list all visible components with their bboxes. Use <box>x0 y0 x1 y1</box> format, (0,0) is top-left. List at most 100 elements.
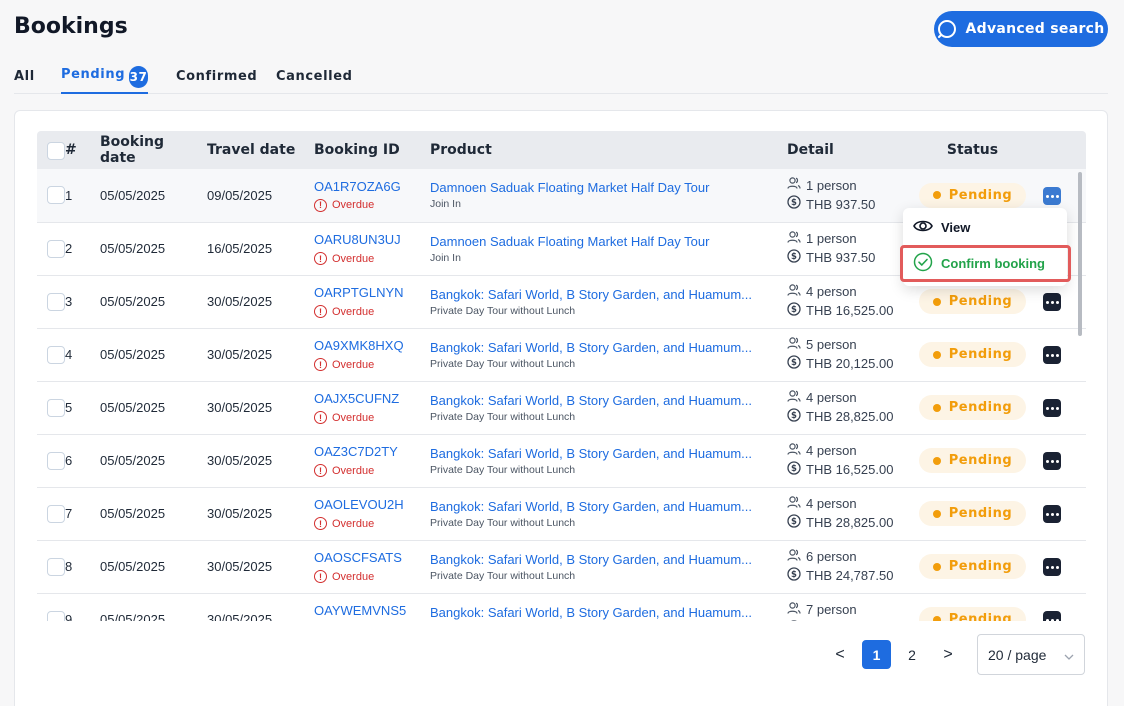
tab-confirmed[interactable]: Confirmed <box>176 62 276 94</box>
column-header-status[interactable]: Status <box>910 131 1035 169</box>
table-row[interactable]: 6 05/05/2025 30/05/2025 OAZ3C7D2TY! Overdue B… <box>37 434 1086 488</box>
menu-item-confirm-booking[interactable]: Confirm booking <box>903 246 1067 280</box>
amount-label: THB 16,525.00 <box>806 303 894 318</box>
status-label: Pending <box>948 453 1013 468</box>
search-icon <box>937 19 957 39</box>
tab-cancelled[interactable]: Cancelled <box>276 62 366 94</box>
person-count: 6 person <box>787 548 910 567</box>
detail-cell: 4 person $ THB 28,825.00 <box>777 381 910 435</box>
column-header-booking-id[interactable]: Booking ID <box>304 131 420 169</box>
row-checkbox[interactable] <box>47 557 65 576</box>
column-header-detail[interactable]: Detail <box>777 131 910 169</box>
person-count: 4 person <box>787 283 910 302</box>
booking-id-link[interactable]: OA9XMK8HXQ <box>314 338 420 353</box>
product-link[interactable]: Bangkok: Safari World, B Story Garden, a… <box>430 552 777 567</box>
more-actions-button[interactable] <box>1043 611 1061 621</box>
amount-label: THB 28,825.00 <box>806 515 894 530</box>
more-actions-button[interactable] <box>1043 293 1061 312</box>
table-row[interactable]: 8 05/05/2025 30/05/2025 OAOSCFSATS! Overdue B… <box>37 540 1086 594</box>
booking-id-link[interactable]: OA1R7OZA6G <box>314 179 420 194</box>
table-scrollbar[interactable] <box>1078 172 1082 336</box>
status-dot <box>932 191 941 200</box>
booking-id-link[interactable]: OAOSCFSATS <box>314 550 420 565</box>
more-actions-button[interactable] <box>1043 558 1061 577</box>
tab-all[interactable]: All <box>14 62 61 94</box>
eye-icon <box>913 216 933 239</box>
booking-id-link[interactable]: OAJX5CUFNZ <box>314 391 420 406</box>
row-action-menu: View Confirm booking <box>903 208 1067 286</box>
row-number: 7 <box>65 487 90 541</box>
person-count: 5 person <box>787 336 910 355</box>
person-count-label: 6 person <box>806 549 857 564</box>
svg-text:$: $ <box>791 570 797 580</box>
product-link[interactable]: Bangkok: Safari World, B Story Garden, a… <box>430 605 777 620</box>
row-checkbox[interactable] <box>47 186 65 205</box>
status-tabs: All Pending 37 Confirmed Cancelled <box>14 62 1108 94</box>
people-icon <box>787 442 801 461</box>
product-link[interactable]: Damnoen Saduak Floating Market Half Day … <box>430 234 777 249</box>
row-checkbox[interactable] <box>47 451 65 470</box>
row-checkbox[interactable] <box>47 610 65 621</box>
detail-cell: 4 person $ THB 16,525.00 <box>777 434 910 488</box>
booking-id-link[interactable]: OAOLEVOU2H <box>314 497 420 512</box>
more-actions-button[interactable] <box>1043 505 1061 524</box>
product-cell: Bangkok: Safari World, B Story Garden, a… <box>420 381 777 435</box>
more-actions-button[interactable] <box>1043 399 1061 418</box>
row-select-cell <box>37 381 65 435</box>
overdue-indicator: ! Overdue <box>314 305 420 318</box>
more-actions-button[interactable] <box>1043 346 1061 365</box>
pagination-page-1[interactable]: 1 <box>862 640 891 669</box>
table-row[interactable]: 4 05/05/2025 30/05/2025 OA9XMK8HXQ! Overdue B… <box>37 328 1086 382</box>
detail-cell: 6 person $ THB 24,787.50 <box>777 540 910 594</box>
product-link[interactable]: Bangkok: Safari World, B Story Garden, a… <box>430 393 777 408</box>
person-count-label: 5 person <box>806 337 857 352</box>
column-header-product[interactable]: Product <box>420 131 777 169</box>
dollar-icon: $ <box>787 513 801 533</box>
product-option: Private Day Tour without Lunch <box>430 410 576 423</box>
page-size-select[interactable]: 20 / page <box>977 634 1085 675</box>
product-link[interactable]: Bangkok: Safari World, B Story Garden, a… <box>430 340 777 355</box>
column-header-booking-date[interactable]: Booking date <box>90 131 197 169</box>
product-link[interactable]: Bangkok: Safari World, B Story Garden, a… <box>430 499 777 514</box>
row-checkbox[interactable] <box>47 345 65 364</box>
alert-circle-icon: ! <box>314 517 327 530</box>
table-row[interactable]: 905/05/202530/05/2025OAYWEMVNS5!Overdue B… <box>37 593 1086 621</box>
advanced-search-button[interactable]: Advanced search <box>934 11 1108 47</box>
status-label: Pending <box>948 187 1013 203</box>
booking-id-link[interactable]: OARU8UN3UJ <box>314 232 420 247</box>
product-link[interactable]: Bangkok: Safari World, B Story Garden, a… <box>430 287 777 302</box>
table-row[interactable]: 7 05/05/2025 30/05/2025 OAOLEVOU2H! Overdue B… <box>37 487 1086 541</box>
table-row[interactable]: 5 05/05/2025 30/05/2025 OAJX5CUFNZ! Overdue B… <box>37 381 1086 435</box>
booking-amount: $ THB 937.50 <box>787 195 910 214</box>
status-badge: Pending <box>918 289 1027 314</box>
booking-id-link[interactable]: OAZ3C7D2TY <box>314 444 420 459</box>
row-checkbox[interactable] <box>47 398 65 417</box>
pagination-prev-button[interactable]: < <box>830 640 850 670</box>
overdue-label: Overdue <box>332 464 375 477</box>
column-header-travel-date[interactable]: Travel date <box>197 131 304 169</box>
more-actions-button[interactable] <box>1043 187 1061 205</box>
person-count-label: 1 person <box>806 231 857 246</box>
row-checkbox[interactable] <box>47 239 65 258</box>
menu-item-view[interactable]: View <box>903 210 1067 244</box>
status-cell: Pending <box>910 434 1035 488</box>
select-all-checkbox[interactable] <box>47 142 65 160</box>
status-dot <box>932 297 941 306</box>
row-checkbox[interactable] <box>47 504 65 523</box>
product-link[interactable]: Bangkok: Safari World, B Story Garden, a… <box>430 446 777 461</box>
overdue-indicator: ! Overdue <box>314 198 420 212</box>
travel-date: 30/05/2025 <box>197 434 304 488</box>
tab-pending[interactable]: Pending 37 <box>61 62 148 94</box>
pagination-page-2[interactable]: 2 <box>900 640 924 669</box>
status-cell: Pending <box>910 381 1035 435</box>
row-checkbox[interactable] <box>47 292 65 311</box>
amount-label: THB 937.50 <box>806 250 876 265</box>
product-link[interactable]: Damnoen Saduak Floating Market Half Day … <box>430 180 777 195</box>
pending-count-badge: 37 <box>129 66 148 88</box>
dollar-icon: $ <box>787 248 801 268</box>
pagination-next-button[interactable]: > <box>938 640 958 670</box>
more-actions-button[interactable] <box>1043 452 1061 471</box>
row-number: 1 <box>65 169 90 223</box>
booking-id-link[interactable]: OARPTGLNYN <box>314 285 420 300</box>
booking-id-link[interactable]: OAYWEMVNS5 <box>314 603 420 618</box>
